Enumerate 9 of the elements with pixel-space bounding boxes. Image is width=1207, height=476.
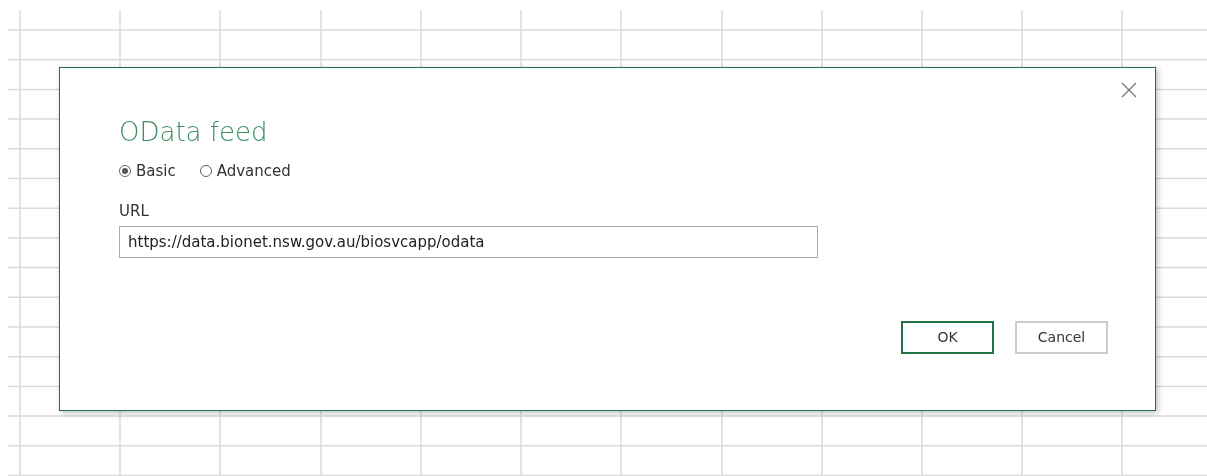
dialog-title: OData feed bbox=[119, 116, 268, 148]
close-button[interactable] bbox=[1119, 80, 1139, 100]
cancel-button[interactable]: Cancel bbox=[1015, 321, 1108, 354]
url-label: URL bbox=[119, 200, 149, 222]
url-field[interactable]: https://data.bionet.nsw.gov.au/biosvcapp/odata bbox=[119, 226, 818, 258]
radio-option[interactable]: Advanced bbox=[199, 160, 291, 183]
radio-option[interactable]: Basic bbox=[119, 160, 176, 183]
ok-button[interactable]: OK bbox=[901, 321, 994, 354]
close-icon bbox=[1121, 82, 1137, 98]
